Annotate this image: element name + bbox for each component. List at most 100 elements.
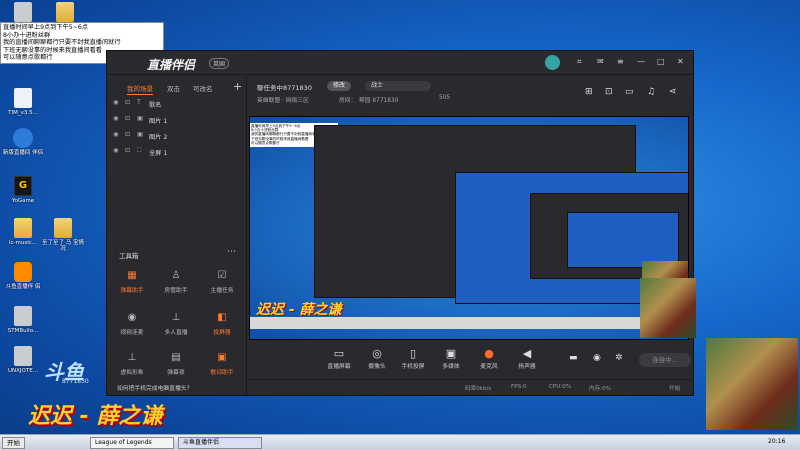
scene-name: 全屏 1 [149,150,168,157]
record-icon[interactable]: ⊞ [585,87,593,97]
settings-icon[interactable]: ✲ [615,353,623,363]
tool-video-link[interactable]: ◉ 视频连麦 [113,311,151,336]
tool-room-admin[interactable]: ♙ 房管助手 [157,269,195,294]
avatar[interactable] [545,55,560,70]
microphone-button[interactable]: ● 麦克风 [473,347,505,370]
room-id: 帮园 8771830 [359,98,399,104]
message-icon[interactable]: ✉ [597,57,604,66]
scene-item[interactable]: ◉ ⊡ ▣ 图片 2 [113,130,243,143]
room-label: 房间： [339,98,357,104]
tool-avatar[interactable]: ⊥ 虚拟形象 [113,351,151,376]
room-title: 聊任务中8771830 [257,84,312,92]
minimize-icon[interactable]: — [637,57,645,66]
recursive-preview [314,125,688,304]
status-start: 开始 [669,386,681,392]
scene-name: 歌名 [149,102,162,109]
multimedia-button[interactable]: ▣ 多媒体 [435,347,467,370]
tool-projector[interactable]: ◧ 投屏器 [203,311,241,336]
menu-icon[interactable]: ≡ [617,57,624,66]
desktop-icon[interactable] [42,2,88,24]
desktop-icon[interactable]: 新版直播间 伴侣 [0,128,46,156]
lock-icon[interactable]: ⊡ [125,115,130,122]
lock-icon[interactable]: ⊡ [125,99,130,106]
start-live-button[interactable]: 连接中... [639,353,691,367]
preview-taskbar [250,317,688,329]
task-league[interactable]: League of Legends [90,437,174,449]
status-bar: 码率0kb/s FPS:0 CPU:0% 内存:0% 开始 [249,379,693,395]
maximize-icon[interactable]: □ [657,57,665,66]
record-video-icon[interactable]: ▬ [569,353,578,363]
taskbar: 开始 League of Legends 斗鱼直播伴侣 20:16 [0,434,800,450]
recursive-preview-inner [567,212,679,268]
version-badge[interactable]: 英国 [209,58,230,69]
tab-double-click[interactable]: 双击 [167,83,180,93]
lock-icon[interactable]: ⊡ [125,131,130,138]
desktop-icon[interactable] [0,2,46,24]
title-bar: 直播伴侣 英国 ⌗ ✉ ≡ — □ ✕ [107,51,693,75]
song-name-watermark: 迟迟 - 薛之谦 [28,404,163,429]
category-select[interactable]: 战士 [365,81,431,91]
desktop-icon[interactable]: UNXJOTE... [0,346,46,374]
notepad-line: 我的直播间聊聊都行只要不封我直播间就行 [3,39,121,47]
scene-type-icon: T [137,99,141,106]
stream-preview[interactable]: 直播时间早上9点到下午5~6点 8小办十进粉丝群 我的直播间聊聊都行只要不封我直… [249,116,689,340]
tool-multi-live[interactable]: ⊥ 多人直播 [157,311,195,336]
scene-item[interactable]: ◉ ⊡ ▣ 图片 1 [113,114,243,127]
bell-icon[interactable]: ♫ [647,87,655,97]
eye-icon[interactable]: ◉ [113,115,118,122]
tab-rename[interactable]: 可改名 [193,83,213,93]
game-overlay-large [706,338,798,430]
left-panel: 我的场景 双击 可改名 + ◉ ⊡ T 歌名 ◉ ⊡ ▣ 图片 1 ◉ ⊡ ▣ 图片 2 ◉ ⊡ ⛶ 全… [107,75,247,395]
eye-icon[interactable]: ◉ [113,131,118,138]
desktop-icon[interactable]: G YoGame [0,176,46,204]
app-brand: 直播伴侣 [147,58,196,72]
scene-name: 图片 1 [149,118,168,125]
edit-title-button[interactable]: 修改 [327,81,352,91]
scene-type-icon: ▣ [137,115,143,122]
task-douyu[interactable]: 斗鱼直播伴侣 [178,437,262,449]
preview-name-overlay: 迟迟 - 薛之谦 [256,302,342,318]
cpu: CPU:0% [549,384,572,390]
eye-icon[interactable]: ◉ [113,99,118,106]
desktop-icon[interactable]: 斗鱼直播伴 侣 [0,262,46,290]
camera-button[interactable]: ◎ 摄像头 [361,347,393,370]
screenshot-icon[interactable]: ▭ [625,87,634,97]
memory: 内存:0% [589,386,611,392]
notepad-line: 直播时间早上9点到下午5~6点 [3,24,89,31]
close-icon[interactable]: ✕ [677,57,684,66]
game-overlay-thumb [640,278,696,338]
tool-tasks[interactable]: ☑ 主播任务 [203,269,241,294]
desktop-icon[interactable]: STMBuilo... [0,306,46,334]
room-game[interactable]: 英雄联盟 · 网络三区 [257,95,309,104]
toolbox-title: 工具箱 [119,252,139,260]
scene-type-icon: ▣ [137,131,143,138]
start-button[interactable]: 开始 [2,437,25,449]
viewer-count: 505 [439,95,451,101]
scene-type-icon: ⛶ [137,147,142,154]
phone-cast-button[interactable]: ▯ 手机投屏 [397,347,429,370]
clock: 20:16 [768,438,786,445]
bitrate: 码率0kb/s [465,386,492,392]
streaming-app-window: 直播伴侣 英国 ⌗ ✉ ≡ — □ ✕ 我的场景 双击 可改名 + ◉ ⊡ T 歌名 … [106,50,694,396]
screen-capture-button[interactable]: ▭ 直播屏幕 [323,347,355,370]
gift-icon[interactable]: ⌗ [577,57,582,67]
tool-danmu-night[interactable]: ▤ 弹幕夜 [157,351,195,376]
speaker-button[interactable]: ◀ 扬声器 [511,347,543,370]
share-icon[interactable]: ⋖ [669,87,677,97]
eye-icon[interactable]: ◉ [593,353,601,363]
eye-icon[interactable]: ◉ [113,147,118,154]
desktop-icon[interactable]: TIM_v3.5... [0,88,46,116]
room-number-watermark: 8771830 [62,378,89,385]
scene-name: 图片 2 [149,134,168,141]
desktop-icon[interactable]: 至了至了 马 宝情况 [40,218,86,252]
add-scene-icon[interactable]: + [233,80,242,93]
tab-my-scenes[interactable]: 我的场景 [127,83,153,95]
help-tip-link[interactable]: 如何把手机完成电脑直播头？ [117,383,192,392]
lock-icon[interactable]: ⊡ [605,87,613,97]
tool-danmu[interactable]: ▦ 弹幕助手 [113,269,151,294]
scene-item[interactable]: ◉ ⊡ T 歌名 [113,98,243,111]
scene-item[interactable]: ◉ ⊡ ⛶ 全屏 1 [113,146,243,159]
lock-icon[interactable]: ⊡ [125,147,130,154]
tool-lyrics[interactable]: ▣ 歌词助手 [203,351,241,376]
more-icon[interactable]: ⋯ [227,247,236,257]
